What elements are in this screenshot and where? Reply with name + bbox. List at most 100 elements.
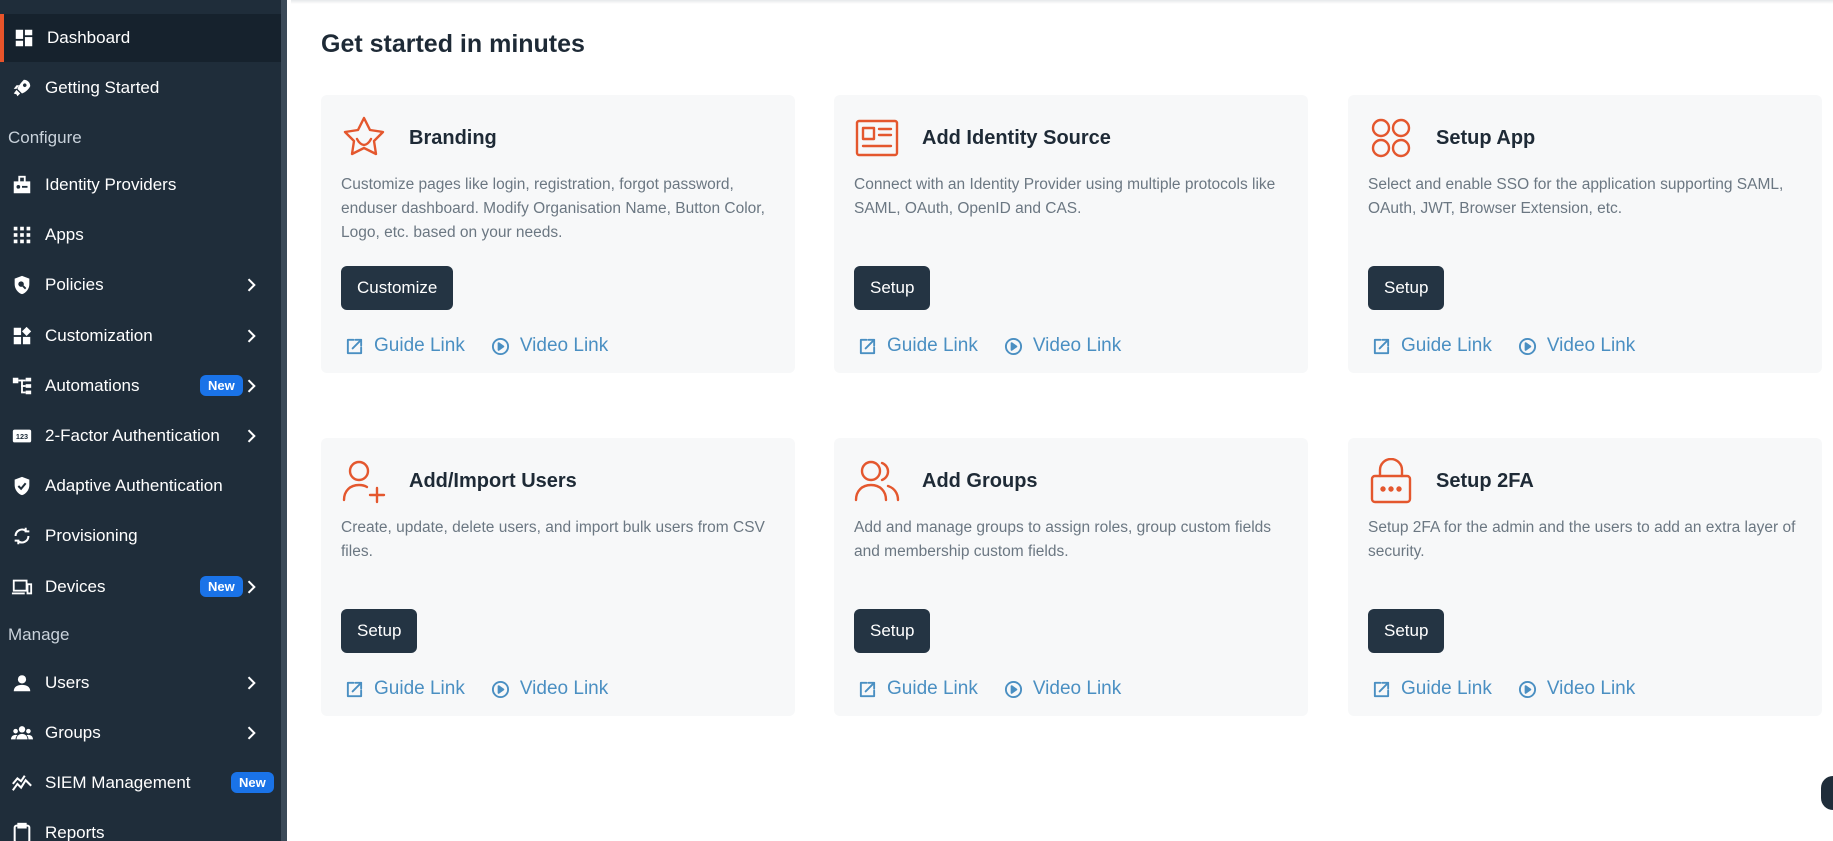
card-title: Setup 2FA (1436, 470, 1534, 492)
video-link[interactable]: Video Link (1004, 335, 1121, 357)
chat-widget-button[interactable] (1821, 776, 1833, 810)
chevron-right-icon (241, 673, 261, 693)
sidebar-scrollbar[interactable] (281, 0, 287, 841)
setup-button[interactable]: Setup (1368, 266, 1445, 310)
guide-link[interactable]: Guide Link (1372, 678, 1492, 700)
setup-button[interactable]: Setup (854, 609, 931, 653)
sidebar-item-identity-providers[interactable]: Identity Providers (0, 161, 281, 209)
video-link[interactable]: Video Link (1518, 335, 1635, 357)
sidebar-item-adaptive-authentication[interactable]: Adaptive Authentication (0, 462, 281, 510)
setup-button[interactable]: Setup (854, 266, 931, 310)
card-description: Setup 2FA for the admin and the users to… (1368, 519, 1796, 560)
card-description: Connect with an Identity Provider using … (854, 176, 1276, 217)
chevron-right-icon (241, 376, 261, 396)
card-links: Guide Link Video Link (1372, 678, 1661, 700)
shield-search-icon (10, 273, 34, 297)
video-link[interactable]: Video Link (491, 335, 608, 357)
guide-link-label: Guide Link (374, 678, 465, 699)
sidebar-item-label: Automations (45, 376, 140, 395)
sidebar-item-customization[interactable]: Customization (0, 312, 281, 360)
play-circle-icon (491, 337, 509, 355)
card-links: Guide Link Video Link (345, 678, 634, 700)
sidebar-item-2fa[interactable]: 123 2-Factor Authentication (0, 412, 281, 460)
workflow-icon (10, 374, 34, 398)
group-icon (10, 721, 34, 745)
card-setup-2fa: Setup 2FA Setup 2FA for the admin and th… (1348, 438, 1822, 716)
sidebar-item-label: Getting Started (45, 78, 160, 97)
card-title: Add/Import Users (409, 470, 577, 492)
sidebar-item-users[interactable]: Users (0, 659, 281, 707)
card-description: Create, update, delete users, and import… (341, 519, 765, 560)
guide-link[interactable]: Guide Link (858, 678, 978, 700)
card-description: Customize pages like login, registration… (341, 176, 765, 241)
guide-link-label: Guide Link (1401, 678, 1492, 699)
dashboard-icon (12, 26, 36, 50)
external-link-icon (859, 681, 876, 697)
sidebar-item-provisioning[interactable]: Provisioning (0, 512, 281, 560)
card-add-identity-source: Add Identity Source Connect with an Iden… (834, 95, 1308, 373)
sidebar-item-siem-management[interactable]: SIEM Management New (0, 759, 281, 807)
number-123-icon: 123 (10, 424, 34, 448)
topbar-divider (291, 0, 1833, 4)
chevron-right-icon (241, 723, 261, 743)
video-link-label: Video Link (1546, 335, 1636, 356)
play-circle-icon (1004, 337, 1022, 355)
guide-link[interactable]: Guide Link (858, 335, 978, 357)
video-link-label: Video Link (519, 335, 609, 356)
card-title: Add Groups (922, 470, 1038, 492)
id-badge-icon (10, 173, 34, 197)
user-plus-icon (341, 458, 387, 504)
sync-icon (10, 524, 34, 548)
sidebar-item-groups[interactable]: Groups (0, 709, 281, 757)
card-title: Setup App (1436, 127, 1536, 149)
external-link-icon (346, 681, 363, 697)
guide-link-label: Guide Link (1401, 335, 1492, 356)
sidebar-item-automations[interactable]: Automations New (0, 362, 281, 410)
widgets-icon (10, 324, 34, 348)
video-link-label: Video Link (1032, 335, 1122, 356)
video-link-label: Video Link (519, 678, 609, 699)
guide-link[interactable]: Guide Link (345, 678, 465, 700)
guide-link[interactable]: Guide Link (345, 335, 465, 357)
card-links: Guide Link Video Link (858, 335, 1147, 357)
external-link-icon (859, 338, 876, 354)
guide-link-label: Guide Link (887, 335, 978, 356)
page-title: Get started in minutes (321, 30, 585, 58)
video-link[interactable]: Video Link (491, 678, 608, 700)
chevron-right-icon (241, 326, 261, 346)
new-badge: New (231, 772, 274, 793)
customize-button[interactable]: Customize (341, 266, 454, 310)
setup-button[interactable]: Setup (341, 609, 418, 653)
setup-button[interactable]: Setup (1368, 609, 1445, 653)
users-icon (854, 458, 900, 504)
sidebar-item-dashboard[interactable]: Dashboard (0, 14, 281, 62)
apps-icon (1368, 115, 1414, 161)
sidebar-item-reports[interactable]: Reports (0, 809, 281, 841)
rocket-icon (10, 76, 34, 100)
card-description: Select and enable SSO for the applicatio… (1368, 176, 1784, 217)
sidebar-item-policies[interactable]: Policies (0, 261, 281, 309)
sidebar-item-label: Identity Providers (45, 175, 177, 194)
sidebar-item-label: 2-Factor Authentication (45, 426, 220, 445)
card-setup-app: Setup App Select and enable SSO for the … (1348, 95, 1822, 373)
video-link[interactable]: Video Link (1004, 678, 1121, 700)
new-badge: New (200, 375, 243, 396)
shield-check-icon (10, 474, 34, 498)
sidebar-item-devices[interactable]: Devices New (0, 563, 281, 611)
play-circle-icon (1518, 337, 1536, 355)
sidebar-item-getting-started[interactable]: Getting Started (0, 64, 281, 112)
guide-link[interactable]: Guide Link (1372, 335, 1492, 357)
video-link[interactable]: Video Link (1518, 678, 1635, 700)
sidebar-item-label: Dashboard (47, 28, 131, 47)
play-circle-icon (1004, 680, 1022, 698)
card-add-groups: Add Groups Add and manage groups to assi… (834, 438, 1308, 716)
external-link-icon (1373, 338, 1390, 354)
card-links: Guide Link Video Link (1372, 335, 1661, 357)
section-label-manage: Manage (8, 625, 70, 644)
new-badge: New (200, 576, 243, 597)
play-circle-icon (491, 680, 509, 698)
play-circle-icon (1518, 680, 1536, 698)
sidebar-item-apps[interactable]: Apps (0, 211, 281, 259)
svg-text:123: 123 (16, 432, 28, 441)
sidebar-item-label: Customization (45, 326, 153, 345)
